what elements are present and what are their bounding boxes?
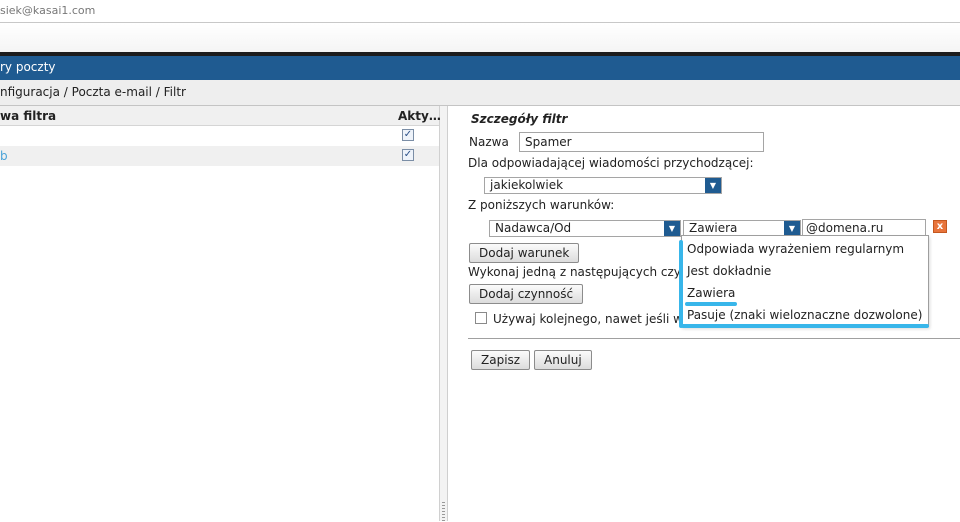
filter-name[interactable]: b [0, 146, 8, 166]
condition-operator-value: Zawiera [689, 221, 738, 235]
section-title: ry poczty [0, 60, 56, 74]
column-header-name[interactable]: wa filtra [0, 106, 56, 126]
continue-processing-label: Używaj kolejnego, nawet jeśli wiad [493, 312, 702, 326]
operator-option-contains[interactable]: Zawiera [687, 286, 735, 300]
continue-processing-checkbox[interactable] [475, 312, 487, 324]
filters-list-header: wa filtra Akty… [0, 106, 441, 126]
details-title: Szczegóły filtr [471, 112, 568, 126]
chevron-down-icon[interactable]: ▼ [784, 221, 800, 236]
user-bar: siek@kasai1.com [0, 0, 960, 23]
operator-dropdown-list: Odpowiada wyrażeniem regularnym Jest dok… [681, 235, 929, 327]
condition-field-value: Nadawca/Od [495, 221, 572, 235]
splitter-grip-icon[interactable] [442, 502, 445, 522]
add-action-button[interactable]: Dodaj czynność [469, 284, 584, 304]
operator-option-regex[interactable]: Odpowiada wyrażeniem regularnym [687, 242, 904, 256]
breadcrumb: nfiguracja / Poczta e-mail / Filtr [0, 80, 960, 106]
match-select-value: jakiekolwiek [490, 178, 564, 192]
operator-option-exact[interactable]: Jest dokładnie [687, 264, 771, 278]
form-separator [468, 338, 960, 339]
condition-field-select[interactable]: Nadawca/Od ▼ [489, 220, 681, 237]
actions-label: Wykonaj jedną z następujących czynno [468, 265, 704, 279]
pane-splitter[interactable] [440, 106, 448, 522]
filters-list-pane: wa filtra Akty… ✓ b ✓ [0, 106, 441, 521]
filter-name-input[interactable] [519, 132, 764, 152]
chevron-down-icon[interactable]: ▼ [664, 221, 680, 236]
active-checkbox[interactable]: ✓ [402, 149, 414, 161]
checkmark-icon: ✓ [403, 149, 413, 160]
save-button[interactable]: Zapisz [471, 350, 531, 370]
operator-option-wildcard[interactable]: Pasuje (znaki wieloznaczne dozwolone) [687, 308, 922, 322]
conditions-label: Z poniższych warunków: [468, 198, 615, 212]
checkmark-icon: ✓ [403, 129, 413, 140]
close-icon: x [936, 221, 944, 232]
name-label: Nazwa [469, 135, 509, 149]
user-email: siek@kasai1.com [0, 4, 96, 17]
annotation-underline [685, 302, 737, 306]
cancel-button[interactable]: Anuluj [534, 350, 592, 370]
remove-condition-button[interactable]: x [933, 220, 947, 233]
add-condition-button[interactable]: Dodaj warunek [469, 243, 580, 263]
table-row[interactable]: b ✓ [0, 146, 439, 166]
filter-details-pane: Szczegóły filtr Nazwa Dla odpowiadającej… [449, 106, 960, 521]
match-select[interactable]: jakiekolwiek ▼ [484, 177, 722, 194]
breadcrumb-text[interactable]: nfiguracja / Poczta e-mail / Filtr [0, 85, 186, 99]
annotation-highlight-left [679, 240, 683, 328]
toolbar-area [0, 24, 960, 53]
section-title-bar: ry poczty [0, 56, 960, 80]
column-header-active[interactable]: Akty… [398, 106, 441, 126]
active-checkbox[interactable]: ✓ [402, 129, 414, 141]
chevron-down-icon[interactable]: ▼ [705, 178, 721, 193]
annotation-highlight-bottom [681, 324, 929, 328]
incoming-label: Dla odpowiadającej wiadomości przychodzą… [468, 156, 754, 170]
table-row[interactable]: ✓ [0, 126, 439, 146]
